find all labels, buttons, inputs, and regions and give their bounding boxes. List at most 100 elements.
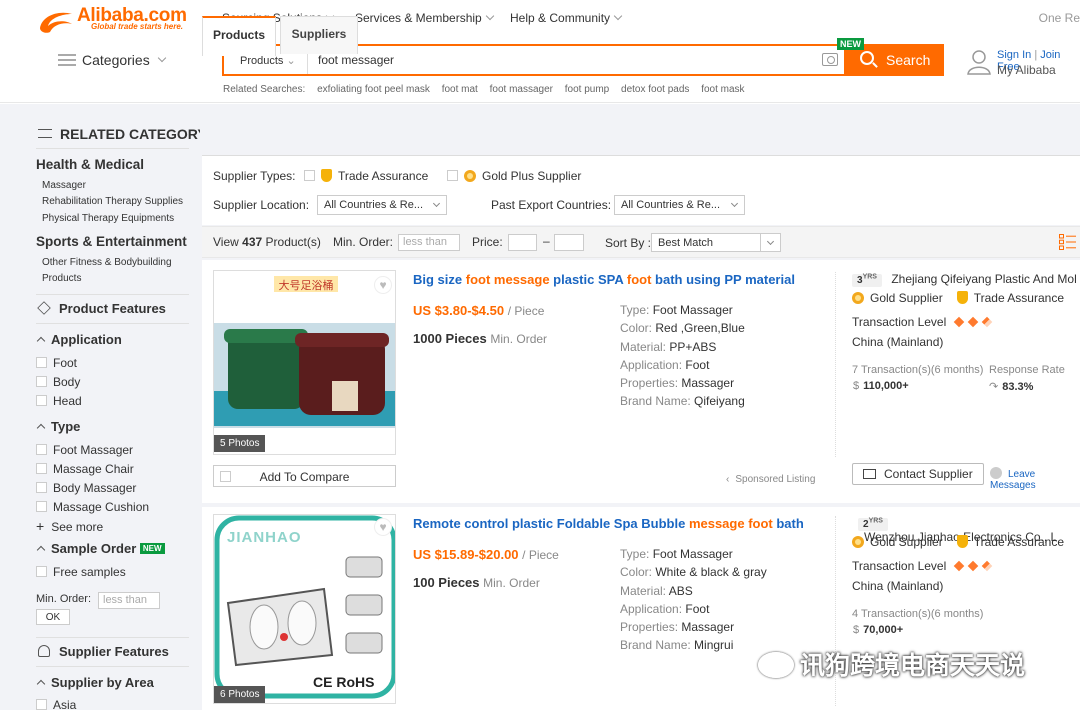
price-label: Price:: [472, 235, 503, 249]
sidebar: [0, 104, 200, 710]
see-more-link[interactable]: + See more: [36, 518, 103, 534]
trade-assurance-filter[interactable]: Trade Assurance: [304, 169, 428, 183]
min-order-quantity: 100 Pieces Min. Order: [413, 575, 540, 590]
response-rate-label: Response Rate: [989, 364, 1065, 376]
tab-products[interactable]: Products: [202, 16, 276, 56]
supplier-types-label: Supplier Types:: [213, 169, 296, 183]
category-link[interactable]: Other Fitness & Bodybuilding: [42, 257, 172, 268]
ce-rohs-mark: CE RoHS: [313, 674, 375, 690]
category-link[interactable]: Products: [42, 273, 81, 284]
product-image[interactable]: 大号足浴桶 ♥ 5 Photos: [213, 270, 396, 455]
search-input[interactable]: [312, 46, 812, 74]
favorite-heart-icon[interactable]: ♥: [374, 518, 392, 536]
supplier-country: China (Mainland): [852, 335, 944, 349]
supplier-name-link[interactable]: Zhejiang Qifeiyang Plastic And Mol: [891, 272, 1076, 286]
foot-bath-image: [214, 271, 395, 454]
leave-messages-link[interactable]: Leave Messages: [990, 467, 1080, 491]
logo-tagline: Global trade starts here.: [91, 22, 184, 31]
my-alibaba-link[interactable]: My Alibaba: [997, 63, 1056, 77]
chevron-up-icon: [36, 679, 46, 689]
transaction-level: Transaction Level: [852, 559, 996, 573]
gold-plus-filter[interactable]: Gold Plus Supplier: [447, 169, 581, 183]
view-bar: View 437 Product(s) Min. Order: less tha…: [202, 226, 1080, 258]
related-link[interactable]: foot massager: [490, 84, 553, 95]
category-link[interactable]: Rehabilitation Therapy Supplies: [42, 196, 183, 207]
supplier-location-select[interactable]: All Countries & Re...: [317, 195, 447, 215]
filter-checkbox[interactable]: Body Massager: [36, 481, 136, 495]
related-category-title: RELATED CATEGORY: [38, 126, 207, 142]
filter-checkbox[interactable]: Foot: [36, 356, 77, 370]
supplier-by-area-title[interactable]: Supplier by Area: [36, 675, 154, 690]
list-view-icon[interactable]: [1059, 234, 1077, 250]
sign-in-link[interactable]: Sign In: [997, 49, 1031, 61]
nav-truncated-item[interactable]: One Re: [1039, 11, 1080, 25]
category-group-title[interactable]: Health & Medical: [36, 157, 144, 172]
category-link[interactable]: Physical Therapy Equipments: [42, 213, 174, 224]
nav-services-membership[interactable]: Services & Membership: [355, 11, 494, 25]
category-link[interactable]: Massager: [42, 180, 86, 191]
camera-icon[interactable]: [822, 53, 838, 66]
filter-checkbox[interactable]: Massage Chair: [36, 462, 134, 476]
transactions-label: 7 Transaction(s)(6 months): [852, 364, 984, 376]
related-link[interactable]: exfoliating foot peel mask: [317, 84, 430, 95]
filter-checkbox[interactable]: Head: [36, 394, 82, 408]
filter-checkbox[interactable]: Foot Massager: [36, 443, 133, 457]
min-order-quantity: 1000 Pieces Min. Order: [413, 331, 548, 346]
product-image[interactable]: JIANHAO CE RoHS ♥ 6 Photos: [213, 514, 396, 704]
past-export-label: Past Export Countries:: [491, 198, 612, 212]
contact-supplier-button[interactable]: Contact Supplier: [852, 463, 984, 485]
product-title-link[interactable]: Remote control plastic Foldable Spa Bubb…: [413, 516, 804, 531]
trade-assurance-icon: [956, 535, 968, 548]
min-order-input[interactable]: less than: [398, 234, 460, 251]
categories-button[interactable]: Categories: [58, 52, 166, 68]
reply-icon: ↷: [989, 381, 999, 393]
product-title-link[interactable]: Big size foot message plastic SPA foot b…: [413, 272, 795, 287]
type-filter-title[interactable]: Type: [36, 419, 80, 434]
product-card: 大号足浴桶 ♥ 5 Photos Add To Compare Big size…: [202, 260, 1080, 503]
chevron-up-icon: [36, 336, 46, 346]
application-filter-title[interactable]: Application: [36, 332, 122, 347]
years-badge: 3YRS: [852, 274, 882, 287]
chevron-down-icon: [730, 199, 739, 208]
image-caption: 大号足浴桶: [274, 276, 338, 292]
add-to-compare-button[interactable]: Add To Compare: [213, 465, 396, 487]
diamond-icon: [981, 560, 992, 572]
price-max-input[interactable]: [554, 234, 584, 251]
chevron-up-icon: [36, 545, 46, 555]
dollar-icon: $: [853, 624, 860, 636]
photos-count-badge[interactable]: 5 Photos: [214, 435, 266, 452]
past-export-select[interactable]: All Countries & Re...: [614, 195, 745, 215]
user-icon[interactable]: [967, 49, 991, 75]
sample-order-title[interactable]: Sample Order NEW: [36, 541, 165, 556]
photos-count-badge[interactable]: 6 Photos: [214, 686, 266, 703]
price-min-input[interactable]: [508, 234, 537, 251]
response-rate-value: ↷ 83.3%: [989, 381, 1034, 393]
sort-select[interactable]: Best Match: [651, 233, 781, 252]
ok-button[interactable]: OK: [36, 609, 70, 625]
related-link[interactable]: detox foot pads: [621, 84, 689, 95]
favorite-heart-icon[interactable]: ♥: [374, 276, 392, 294]
filter-checkbox[interactable]: Body: [36, 375, 80, 389]
related-link[interactable]: foot mat: [442, 84, 478, 95]
diamond-icon: [953, 560, 964, 572]
image-brand-text: JIANHAO: [227, 529, 302, 546]
tab-suppliers[interactable]: Suppliers: [280, 16, 358, 54]
trade-assurance-icon: [956, 291, 968, 304]
diamond-icon: [967, 316, 978, 328]
diamond-icon: [981, 316, 992, 328]
cube-icon: [37, 301, 51, 315]
category-group-title[interactable]: Sports & Entertainment: [36, 234, 187, 249]
result-count: View 437 Product(s): [213, 235, 321, 249]
related-searches: Related Searches: exfoliating foot peel …: [223, 84, 754, 95]
dollar-icon: $: [853, 380, 860, 392]
related-link[interactable]: foot pump: [565, 84, 609, 95]
chevron-down-icon: [485, 11, 494, 21]
gold-supplier-icon: [852, 536, 864, 548]
supplier-location-label: Supplier Location:: [213, 198, 310, 212]
related-link[interactable]: foot mask: [701, 84, 744, 95]
filter-checkbox[interactable]: Free samples: [36, 565, 126, 579]
nav-help-community[interactable]: Help & Community: [510, 11, 623, 25]
product-attributes: Type: Foot Massager Color: Red ,Green,Bl…: [620, 303, 745, 409]
min-order-input[interactable]: less than: [98, 592, 160, 609]
filter-checkbox[interactable]: Massage Cushion: [36, 500, 149, 514]
